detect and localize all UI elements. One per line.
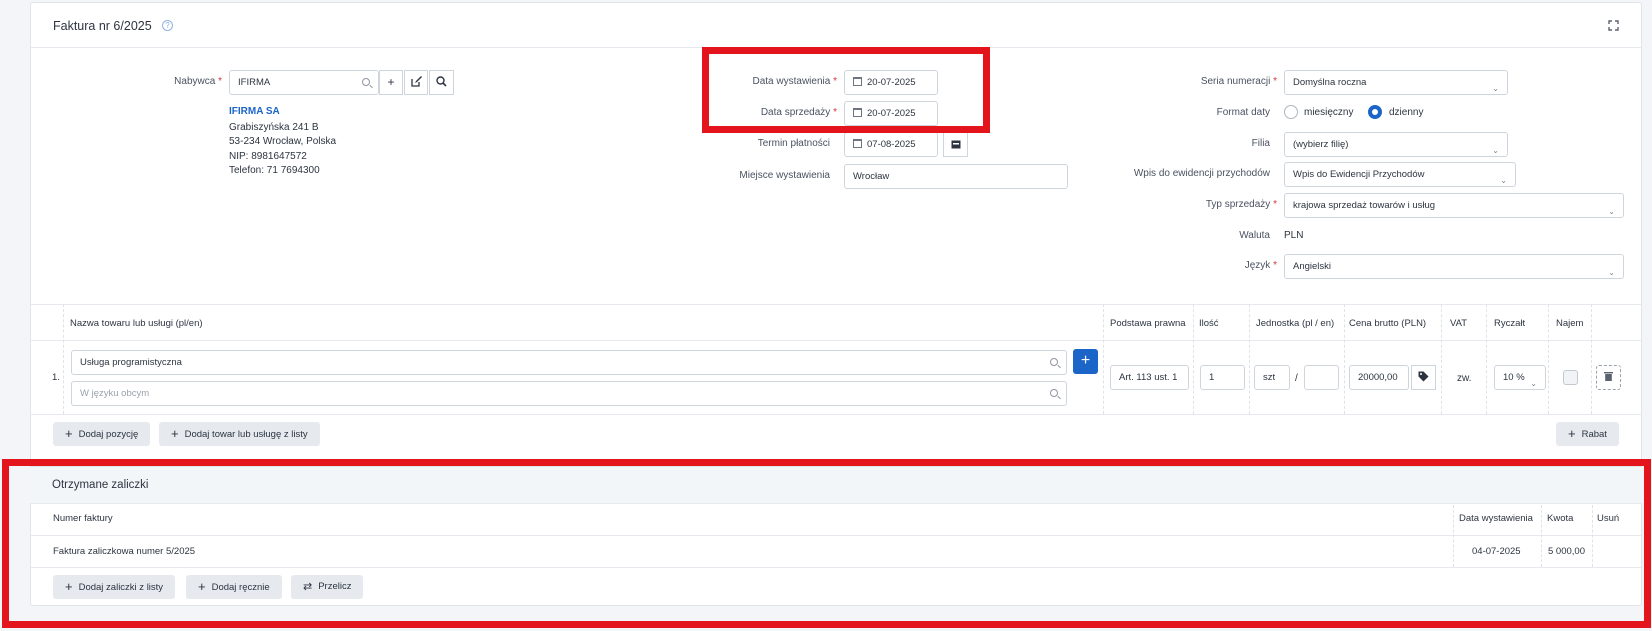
row-index: 1. [52, 372, 60, 383]
price-tag-button[interactable] [1411, 365, 1436, 390]
column-divider [1548, 304, 1549, 414]
date-format-daily-radio[interactable] [1368, 105, 1382, 119]
column-header-unit: Jednostka (pl / en) [1256, 318, 1335, 329]
highlight-advances-box [2, 459, 1651, 628]
column-divider [1344, 304, 1345, 414]
item-name-input[interactable]: Usługa programistyczna [71, 350, 1067, 375]
tags-icon [1418, 371, 1429, 382]
add-from-list-button[interactable]: + Dodaj towar lub usługę z listy [159, 422, 320, 446]
date-format-monthly-label: miesięczny [1304, 107, 1354, 118]
unit-separator: / [1295, 373, 1298, 384]
column-divider [1103, 304, 1104, 414]
page-title: Faktura nr 6/2025 [53, 19, 152, 33]
price-input[interactable]: 20000,00 [1349, 365, 1409, 390]
column-divider [1249, 304, 1250, 414]
question-circle-icon[interactable]: ? [162, 20, 173, 31]
date-format-monthly-radio[interactable] [1284, 105, 1298, 119]
rent-checkbox[interactable] [1563, 370, 1578, 385]
expand-icon[interactable] [1608, 20, 1619, 31]
calendar-icon [853, 139, 862, 148]
quantity-input[interactable]: 1 [1200, 365, 1245, 390]
calendar-icon [951, 140, 960, 149]
flat-rate-select[interactable]: 10 % ⌄ [1494, 365, 1546, 390]
sale-type-select[interactable]: krajowa sprzedaż towarów i usług ⌄ [1284, 193, 1624, 218]
discount-button[interactable]: + Rabat [1556, 422, 1619, 446]
place-input[interactable]: Wrocław [844, 164, 1068, 189]
place-label: Miejsce wystawienia [739, 170, 830, 181]
buyer-nip: NIP: 8981647572 [229, 151, 307, 162]
column-divider [1441, 304, 1442, 414]
column-header-vat: VAT [1450, 318, 1468, 329]
series-select[interactable]: Domyślna roczna ⌄ [1284, 70, 1508, 95]
buyer-label: Nabywca * [174, 76, 222, 87]
chevron-down-icon: ⌄ [1492, 84, 1499, 93]
revenue-label: Wpis do ewidencji przychodów [1133, 168, 1270, 179]
branch-select[interactable]: (wybierz filię) ⌄ [1284, 132, 1508, 157]
chevron-down-icon: ⌄ [1530, 379, 1537, 388]
edit-buyer-button[interactable] [404, 70, 428, 95]
search-buyer-button[interactable] [429, 70, 454, 95]
chevron-down-icon: ⌄ [1500, 176, 1507, 185]
highlight-dates-box [702, 47, 990, 133]
chevron-down-icon: ⌄ [1608, 207, 1615, 216]
delete-row-button[interactable] [1596, 365, 1621, 390]
chevron-down-icon: ⌄ [1492, 146, 1499, 155]
series-label: Seria numeracji * [1200, 76, 1277, 87]
vat-value: zw. [1457, 373, 1472, 384]
buyer-phone: Telefon: 71 7694300 [229, 165, 320, 176]
column-header-flat: Ryczałt [1494, 318, 1526, 329]
legal-basis-input[interactable]: Art. 113 ust. 1 [1110, 365, 1189, 390]
buyer-address-line1: Grabiszyńska 241 B [229, 122, 319, 133]
divider [31, 340, 1641, 341]
due-date-input[interactable]: 07-08-2025 [844, 132, 938, 157]
column-divider [1193, 304, 1194, 414]
column-header-name: Nazwa towaru lub usługi (pl/en) [70, 318, 203, 329]
add-buyer-button[interactable]: + [379, 70, 403, 95]
revenue-select[interactable]: Wpis do Ewidencji Przychodów ⌄ [1284, 162, 1516, 187]
column-divider [1591, 304, 1592, 414]
add-position-button[interactable]: + Dodaj pozycję [53, 422, 151, 446]
divider [31, 304, 1641, 305]
divider [31, 414, 1641, 415]
currency-value: PLN [1284, 230, 1304, 241]
date-format-label: Format daty [1216, 107, 1270, 118]
language-select[interactable]: Angielski ⌄ [1284, 254, 1624, 279]
language-label: Język * [1244, 260, 1277, 271]
column-header-legal: Podstawa prawna [1110, 318, 1186, 329]
branch-label: Filia [1251, 138, 1270, 149]
column-header-rent: Najem [1556, 318, 1584, 329]
chevron-down-icon: ⌄ [1608, 268, 1615, 277]
due-date-picker-button[interactable] [943, 132, 968, 157]
add-item-button[interactable]: + [1073, 349, 1098, 374]
foreign-name-input[interactable]: W języku obcym [71, 381, 1067, 406]
date-format-daily-label: dzienny [1389, 107, 1424, 118]
search-icon [436, 76, 447, 87]
column-divider [63, 304, 64, 414]
trash-icon [1604, 372, 1613, 381]
unit-input[interactable]: szt [1254, 365, 1290, 390]
due-date-label: Termin płatności [757, 138, 830, 149]
column-header-price: Cena brutto (PLN) [1349, 318, 1427, 329]
column-divider [1486, 304, 1487, 414]
currency-label: Waluta [1239, 230, 1270, 241]
search-icon [1050, 358, 1058, 366]
buyer-input[interactable]: IFIRMA [229, 70, 379, 95]
edit-icon [410, 76, 422, 87]
buyer-address-line2: 53-234 Wrocław, Polska [229, 136, 337, 147]
card-header: Faktura nr 6/2025 ? [31, 3, 1641, 48]
buyer-name[interactable]: IFIRMA SA [229, 106, 280, 117]
sale-type-label: Typ sprzedaży * [1205, 199, 1277, 210]
search-icon [362, 78, 370, 86]
column-header-qty: Ilość [1199, 318, 1219, 329]
search-icon [1050, 389, 1058, 397]
unit-foreign-input[interactable] [1304, 365, 1339, 390]
